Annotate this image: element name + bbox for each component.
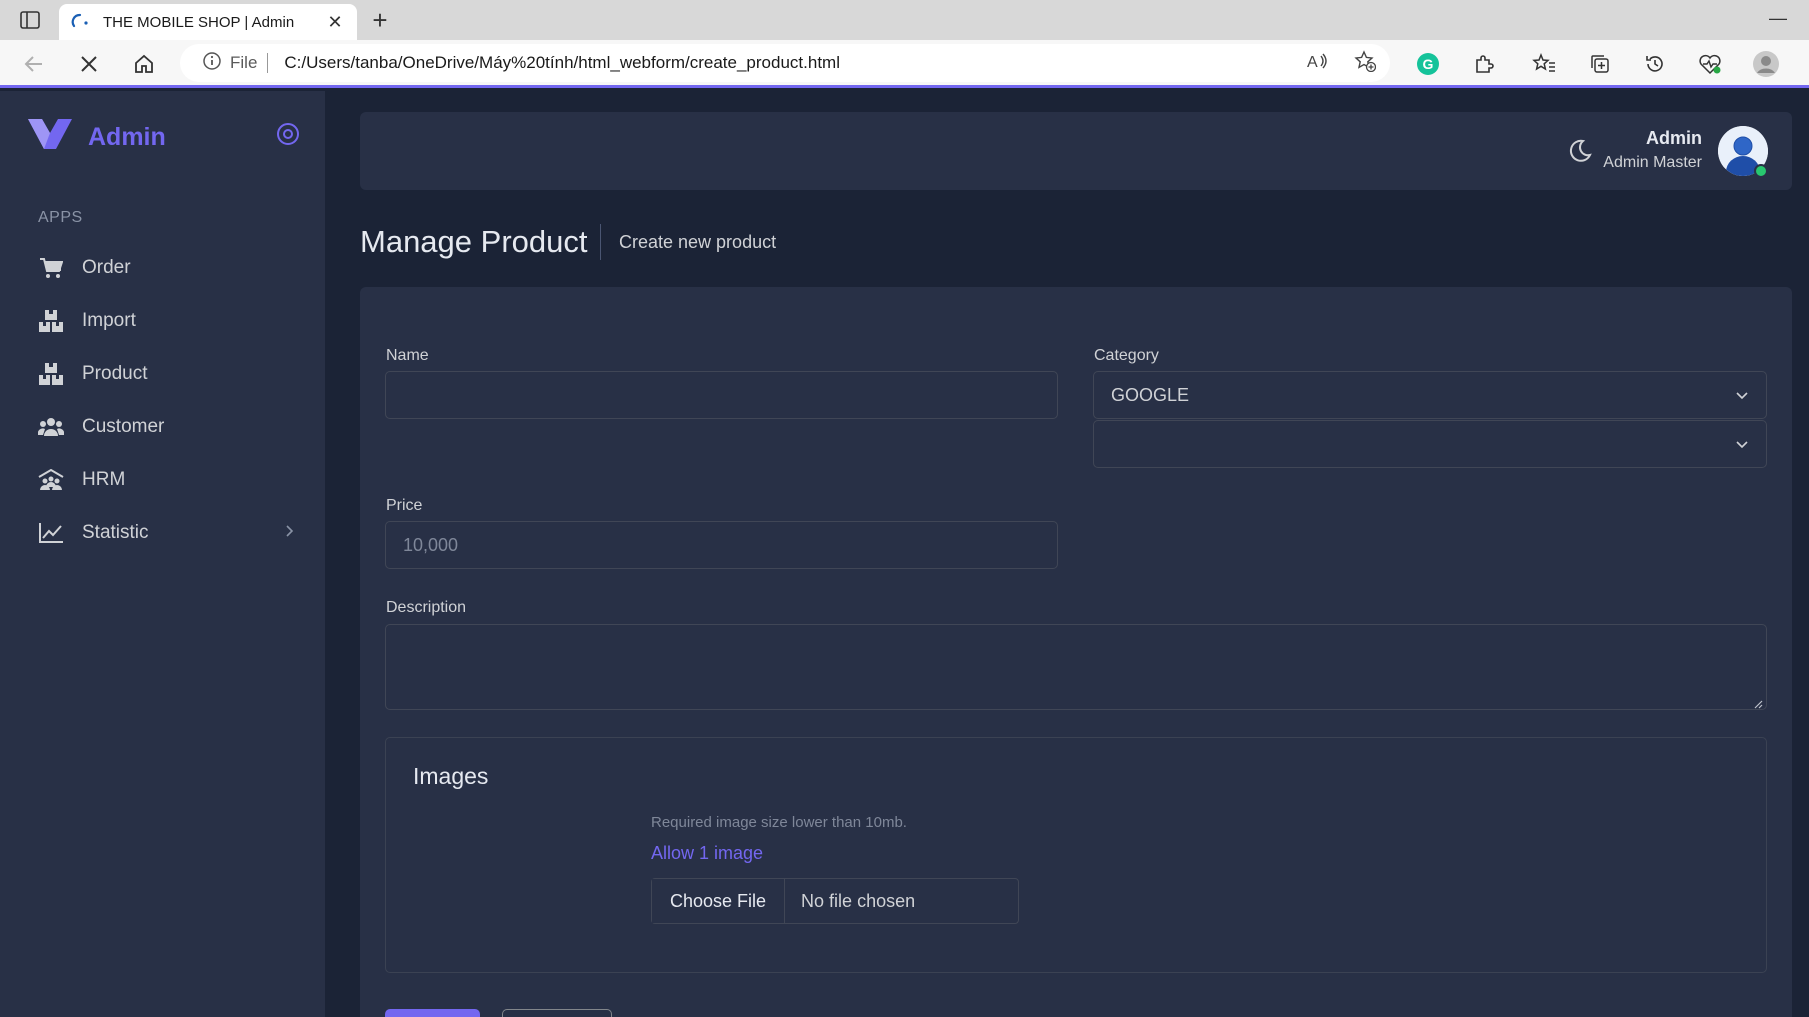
tab-title: THE MOBILE SHOP | Admin [103,13,295,31]
file-status: No file chosen [801,890,916,911]
file-input[interactable]: Choose File No file chosen [651,878,1019,924]
chevron-right-icon [285,524,295,543]
images-panel: Images Required image size lower than 10… [385,737,1767,973]
category-label: Category [1094,347,1159,364]
submit-button[interactable] [385,1009,480,1017]
url-divider [267,53,269,73]
sidebar-item-customer[interactable]: Customer [0,400,325,453]
home-icon[interactable] [130,50,158,78]
grammarly-icon[interactable]: G [1414,50,1442,78]
sidebar-item-label: Statistic [82,521,149,543]
users-icon [38,414,64,440]
minimize-icon[interactable]: — [1769,8,1787,29]
sidebar-item-label: Product [82,362,148,384]
price-label: Price [386,497,423,514]
title-divider [600,224,601,260]
sidebar-item-order[interactable]: Order [0,241,325,294]
profile-icon[interactable] [1752,50,1780,78]
page-title: Manage Product [360,224,588,259]
description-wrapper [385,624,1767,710]
category-select[interactable]: GOOGLE [1093,371,1767,419]
stop-icon[interactable] [75,50,103,78]
page-subtitle: Create new product [619,232,777,252]
history-icon[interactable] [1641,50,1669,78]
boxes-icon [38,308,64,334]
sidebar: Admin APPS Order Import Product Customer… [0,91,325,1017]
images-size-note: Required image size lower than 10mb. [651,814,907,831]
url-scheme: File [230,53,258,72]
sidebar-item-statistic[interactable]: Statistic [0,506,325,559]
sidebar-item-label: Order [82,256,131,278]
url-text[interactable]: C:/Users/tanba/OneDrive/Máy%20tính/html_… [284,53,1306,73]
images-allow-note: Allow 1 image [651,843,764,863]
images-title: Images [413,763,489,789]
sidebar-item-hrm[interactable]: HRM [0,453,325,506]
svg-text:A: A [1307,54,1318,71]
sidebar-item-label: Customer [82,415,165,437]
performance-icon[interactable] [1696,50,1724,78]
favorites-icon[interactable] [1530,50,1558,78]
sidebar-item-product[interactable]: Product [0,347,325,400]
read-aloud-icon[interactable]: A [1306,51,1328,76]
extensions-icon[interactable] [1470,50,1498,78]
brand[interactable]: Admin [28,119,166,156]
online-status-dot [1754,164,1768,178]
browser-toolbar: File C:/Users/tanba/OneDrive/Máy%20tính/… [0,40,1809,88]
info-icon[interactable] [202,51,222,76]
subcategory-select[interactable] [1093,420,1767,468]
browser-tab-bar: THE MOBILE SHOP | Admin ✕ + — [0,0,1809,40]
favorite-add-icon[interactable] [1354,49,1377,77]
price-input[interactable] [385,521,1058,569]
resize-handle-icon[interactable] [1753,696,1763,709]
section-label: APPS [38,209,83,226]
new-tab-icon[interactable]: + [366,6,394,34]
description-textarea[interactable] [385,624,1767,710]
cart-icon [38,255,64,281]
back-icon[interactable] [20,50,48,78]
top-navbar: Admin Admin Master [360,112,1792,190]
category-selected-value: GOOGLE [1111,384,1190,405]
sidebar-item-import[interactable]: Import [0,294,325,347]
loading-icon [71,13,89,31]
collapse-sidebar-icon[interactable] [276,122,300,146]
tab-actions-icon[interactable] [18,10,42,30]
reset-button[interactable] [502,1009,612,1017]
sidebar-menu: Order Import Product Customer HRM Statis… [0,241,325,559]
sidebar-item-label: Import [82,309,136,331]
chevron-down-icon [1735,437,1749,451]
boxes-icon [38,361,64,387]
chevron-down-icon [1735,388,1749,402]
close-tab-icon[interactable]: ✕ [325,12,345,33]
sidebar-item-label: HRM [82,468,126,490]
address-bar[interactable]: File C:/Users/tanba/OneDrive/Máy%20tính/… [180,44,1390,82]
brand-name: Admin [88,123,166,151]
moon-icon[interactable] [1566,137,1594,165]
name-input[interactable] [385,371,1058,419]
create-product-form: Name Category GOOGLE Price Description I… [360,287,1792,1017]
team-icon [38,467,64,493]
chart-line-icon [38,520,64,546]
choose-file-button[interactable]: Choose File [652,879,786,923]
user-role: Admin Master [1603,154,1702,171]
browser-tab[interactable]: THE MOBILE SHOP | Admin ✕ [59,4,357,40]
svg-text:G: G [1423,56,1434,72]
logo-icon [28,119,72,156]
collections-icon[interactable] [1586,50,1614,78]
user-name[interactable]: Admin [1646,128,1702,149]
description-label: Description [386,599,467,616]
name-label: Name [386,347,429,364]
